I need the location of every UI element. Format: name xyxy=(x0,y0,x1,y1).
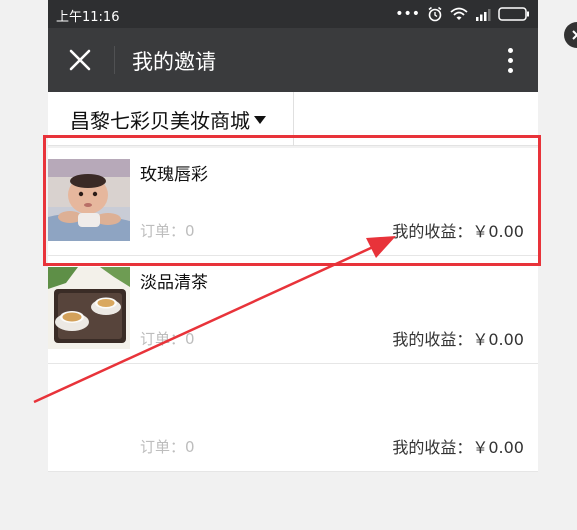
list-item[interactable]: 订单：0 我的收益：￥0.00 xyxy=(48,364,538,472)
status-icons: ••• xyxy=(395,5,530,23)
wifi-icon xyxy=(450,7,468,20)
more-dots-icon: ••• xyxy=(395,6,420,22)
status-time: 上午11:16 xyxy=(56,10,120,25)
page-title: 我的邀请 xyxy=(132,50,216,74)
more-vertical-icon-dot xyxy=(507,47,513,53)
alarm-icon xyxy=(428,6,442,22)
item-title: 淡品清茶 xyxy=(140,273,208,293)
title-bar: 我的邀请 xyxy=(48,28,538,92)
close-icon xyxy=(69,49,91,71)
my-earnings: 我的收益：￥0.00 xyxy=(392,330,524,349)
corner-close-button[interactable] xyxy=(564,22,577,48)
caret-down-icon xyxy=(254,116,266,124)
my-earnings: 我的收益：￥0.00 xyxy=(392,438,524,457)
order-count: 订单：0 xyxy=(140,438,195,456)
annotation-highlight-box xyxy=(43,135,541,266)
tea-cups-photo xyxy=(48,267,130,349)
battery-icon xyxy=(498,7,529,21)
close-icon xyxy=(572,30,577,40)
status-bar: 上午11:16 ••• xyxy=(48,0,538,28)
screenshot-stage: 上午11:16 ••• 我的邀请 昌黎七彩贝美妆商城 玫瑰唇彩 订单：0 我的收… xyxy=(0,0,577,530)
more-vertical-icon-dot xyxy=(507,57,513,63)
signal-icon xyxy=(476,8,491,21)
list-item[interactable]: 淡品清茶 订单：0 我的收益：￥0.00 xyxy=(48,256,538,364)
more-menu-button[interactable] xyxy=(498,44,522,76)
store-selector-value: 昌黎七彩贝美妆商城 xyxy=(70,108,250,133)
order-count: 订单：0 xyxy=(140,330,195,348)
close-button[interactable] xyxy=(62,42,98,78)
more-vertical-icon-dot xyxy=(507,67,513,73)
title-divider xyxy=(114,46,115,74)
